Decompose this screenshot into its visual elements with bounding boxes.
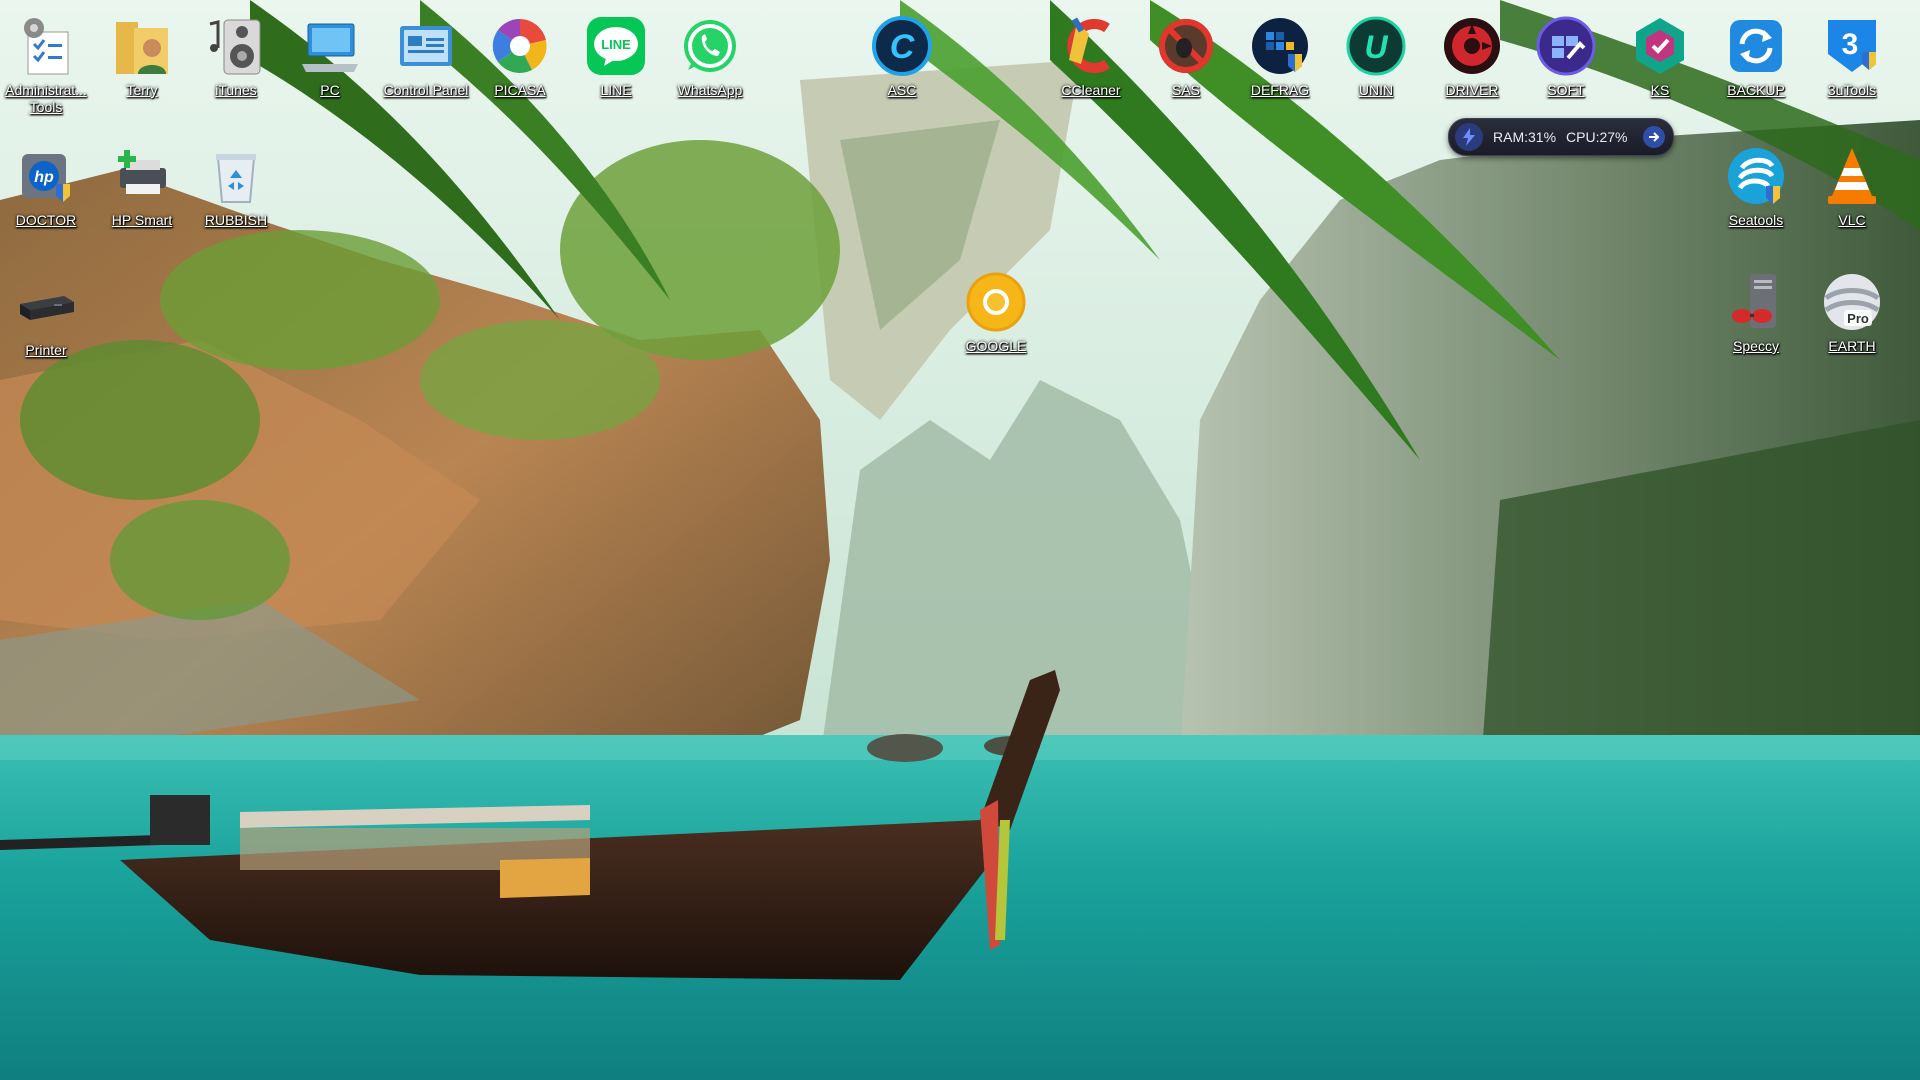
desktop-icon-label: ASC — [887, 82, 917, 98]
desktop-icon-rubbish[interactable]: RUBBISH — [190, 138, 282, 260]
arrow-right-icon[interactable] — [1643, 126, 1665, 148]
defrag-icon — [1248, 14, 1312, 78]
desktop-icon-label: Speccy — [1733, 338, 1779, 354]
desktop-icon-label: DRIVER — [1445, 82, 1499, 98]
soft-icon — [1534, 14, 1598, 78]
ks-icon — [1628, 14, 1692, 78]
desktop-icon-itunes[interactable]: iTunes — [190, 8, 282, 130]
desktop-icon-label: PC — [320, 82, 340, 98]
desktop-icon-label: KS — [1650, 82, 1670, 98]
desktop-icon-label: DOCTOR — [15, 212, 77, 228]
desktop-icon-soft[interactable]: SOFT — [1520, 8, 1612, 130]
desktop-icon-label: GOOGLE — [965, 338, 1027, 354]
desktop-icon-speccy[interactable]: Speccy — [1710, 264, 1802, 386]
desktop-icon-label: HP Smart — [111, 212, 173, 228]
desktop-icon-terry[interactable]: Terry — [96, 8, 188, 130]
desktop-icon-label: Control Panel — [383, 82, 469, 98]
itunes-icon — [204, 14, 268, 78]
desktop-icon-label: Printer — [25, 342, 67, 358]
ram-usage: RAM:31% — [1493, 129, 1557, 145]
desktop-icon-label: CCleaner — [1061, 82, 1121, 98]
chrome-canary-icon — [964, 270, 1028, 334]
desktop-icon-label: Seatools — [1728, 212, 1784, 228]
picasa-icon — [488, 14, 552, 78]
asc-icon: C — [870, 14, 934, 78]
desktop-icon-picasa[interactable]: PICASA — [474, 8, 566, 130]
desktop-icon-asc[interactable]: C ASC — [856, 8, 948, 130]
desktop-icon-admin-tools[interactable]: Administrat... Tools — [0, 8, 92, 130]
desktop-icon-label: WhatsApp — [677, 82, 743, 98]
driver-icon — [1440, 14, 1504, 78]
desktop-icon-label: SOFT — [1547, 82, 1585, 98]
desktop-icon-backup[interactable]: BACKUP — [1710, 8, 1802, 130]
desktop-icon-driver[interactable]: DRIVER — [1426, 8, 1518, 130]
computer-icon — [298, 14, 362, 78]
hp-doctor-icon: hp — [14, 144, 78, 208]
cpu-usage: CPU:27% — [1566, 129, 1628, 145]
desktop-icon-ks[interactable]: KS — [1614, 8, 1706, 130]
hp-smart-icon — [110, 144, 174, 208]
desktop-icon-label: SAS — [1171, 82, 1200, 98]
uninstaller-icon: U — [1344, 14, 1408, 78]
desktop-icon-defrag[interactable]: DEFRAG — [1234, 8, 1326, 130]
3utools-icon: 3 — [1820, 14, 1884, 78]
desktop-icon-sas[interactable]: SAS — [1140, 8, 1232, 130]
seatools-icon — [1724, 144, 1788, 208]
desktop-icon-seatools[interactable]: Seatools — [1710, 138, 1802, 260]
vlc-icon — [1820, 144, 1884, 208]
desktop-icon-label: RUBBISH — [204, 212, 268, 228]
desktop-icon-google[interactable]: GOOGLE — [950, 264, 1042, 386]
svg-text:C: C — [890, 28, 915, 66]
desktop-icon-label: Administrat... Tools — [5, 82, 87, 115]
control-panel-icon — [394, 14, 458, 78]
svg-text:LINE: LINE — [601, 37, 631, 52]
speccy-icon — [1724, 270, 1788, 334]
desktop-icon-label: LINE — [600, 82, 632, 98]
system-monitor-widget[interactable]: RAM:31% CPU:27% — [1448, 118, 1674, 156]
desktop-icon-label: VLC — [1838, 212, 1866, 228]
desktop-icon-line[interactable]: LINE LINE — [570, 8, 662, 130]
booster-icon[interactable] — [1455, 123, 1483, 151]
desktop-icon-label: EARTH — [1828, 338, 1876, 354]
wallpaper-image — [0, 0, 1920, 1080]
whatsapp-icon — [678, 14, 742, 78]
earth-pro-badge: Pro — [1847, 311, 1869, 326]
desktop-icon-3utools[interactable]: 3 3uTools — [1806, 8, 1898, 130]
desktop[interactable]: Administrat... Tools Terry iTunes PC Con… — [0, 0, 1920, 1080]
user-folder-icon — [110, 14, 174, 78]
svg-text:U: U — [1364, 29, 1388, 65]
desktop-icon-vlc[interactable]: VLC — [1806, 138, 1898, 260]
svg-text:3: 3 — [1842, 28, 1859, 61]
backup-icon — [1724, 14, 1788, 78]
ccleaner-icon — [1059, 14, 1123, 78]
desktop-icon-label: iTunes — [215, 82, 257, 98]
desktop-icon-unin[interactable]: U UNIN — [1330, 8, 1422, 130]
desktop-icon-ccleaner[interactable]: CCleaner — [1045, 8, 1137, 130]
recycle-bin-icon — [204, 144, 268, 208]
desktop-icon-label: UNIN — [1358, 82, 1394, 98]
sas-icon — [1154, 14, 1218, 78]
line-icon: LINE — [584, 14, 648, 78]
desktop-icon-label: DEFRAG — [1250, 82, 1310, 98]
desktop-icon-label: 3uTools — [1827, 82, 1877, 98]
svg-text:hp: hp — [34, 169, 54, 186]
desktop-icon-label: PICASA — [494, 82, 546, 98]
desktop-icon-label: Terry — [126, 82, 158, 98]
printer-icon — [14, 274, 78, 338]
desktop-icon-pc[interactable]: PC — [284, 8, 376, 130]
desktop-icon-control-panel[interactable]: Control Panel — [380, 8, 472, 130]
desktop-icon-label: BACKUP — [1727, 82, 1785, 98]
admin-tools-icon — [14, 14, 78, 78]
desktop-icon-whatsapp[interactable]: WhatsApp — [664, 8, 756, 130]
desktop-icon-printer[interactable]: Printer — [0, 268, 92, 390]
google-earth-pro-icon: Pro — [1820, 270, 1884, 334]
desktop-icon-doctor[interactable]: hp DOCTOR — [0, 138, 92, 260]
desktop-icon-earth[interactable]: Pro EARTH — [1806, 264, 1898, 386]
desktop-icon-hp-smart[interactable]: HP Smart — [96, 138, 188, 260]
